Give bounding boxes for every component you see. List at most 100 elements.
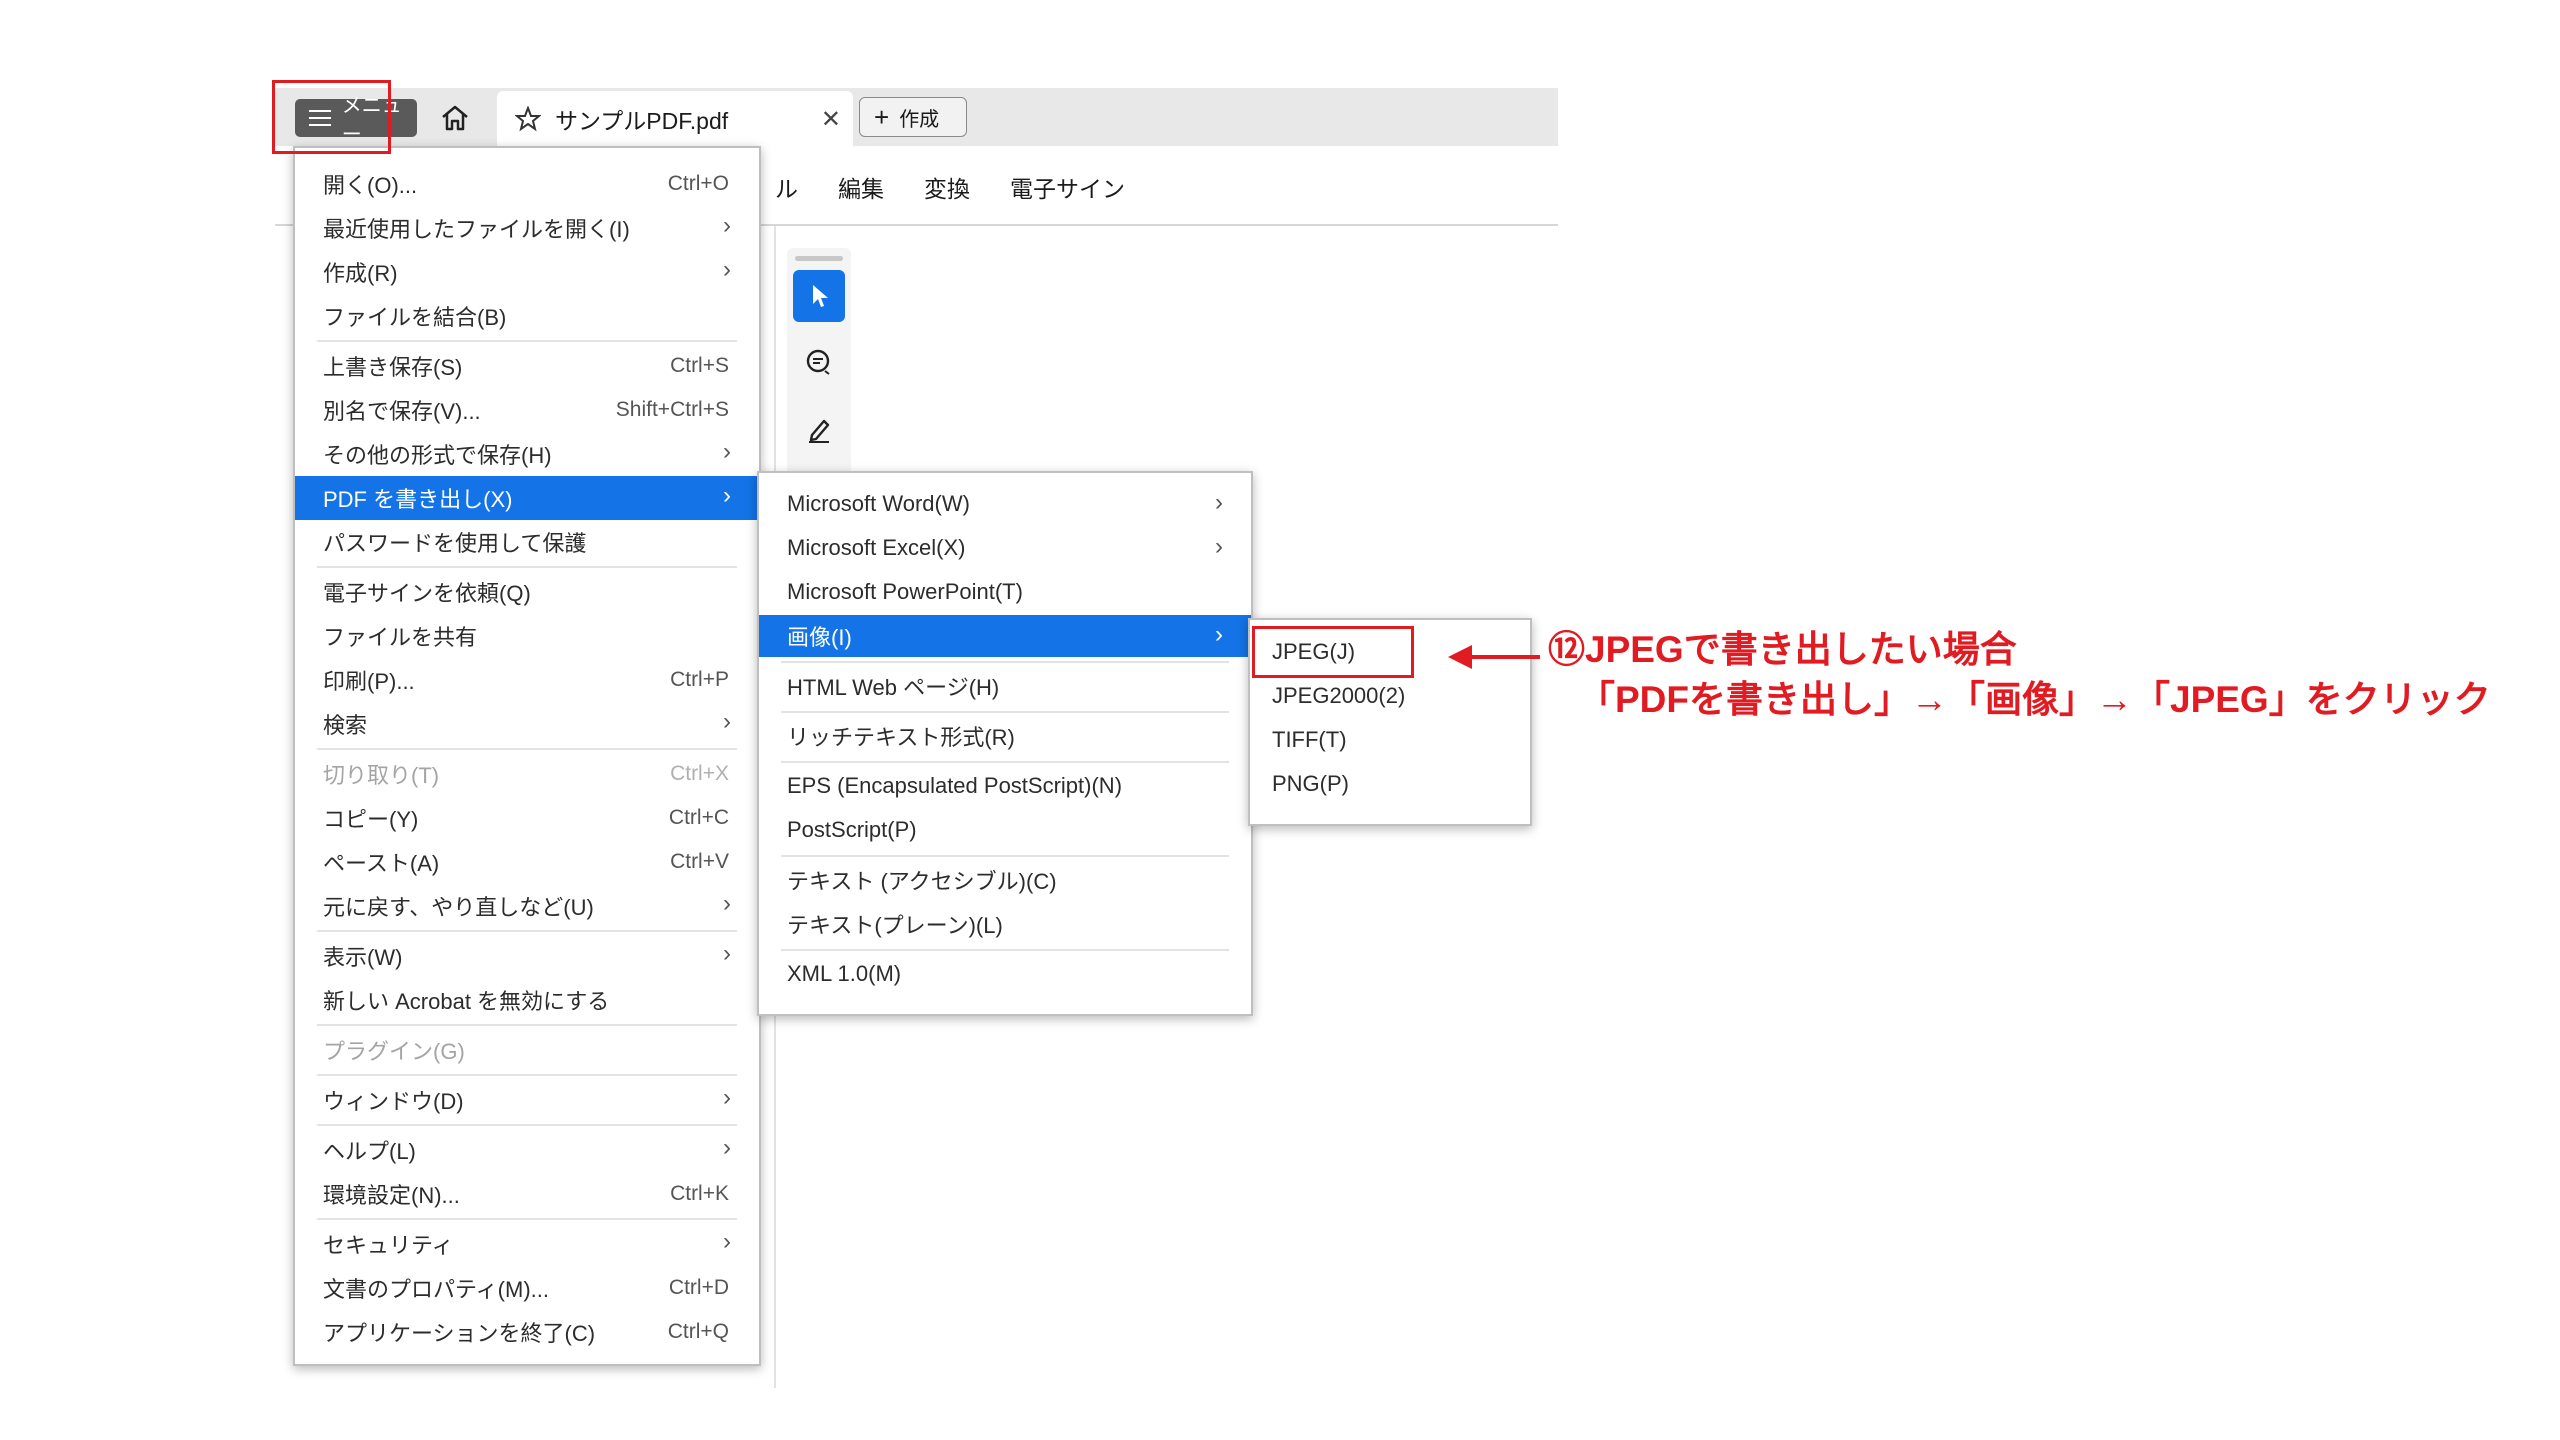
main-menu-dropdown: 開く(O)... Ctrl+O 最近使用したファイルを開く(I) › 作成(R) › ファイ… — [293, 146, 761, 1366]
menu-separator — [781, 761, 1229, 763]
main-menu-item-25[interactable]: 文書のプロパティ(M)... Ctrl+D — [295, 1266, 759, 1310]
main-menu-item-23[interactable]: 環境設定(N)... Ctrl+K — [295, 1172, 759, 1216]
export-menu-item-label: テキスト(プレーン)(L) — [787, 913, 1003, 938]
image-menu-item-3[interactable]: TIFF(T) — [1250, 720, 1530, 760]
export-menu-item-label: Microsoft Word(W) — [787, 491, 970, 516]
main-menu-item-2[interactable]: 最近使用したファイルを開く(I) › — [295, 206, 759, 250]
menu-separator — [317, 566, 737, 568]
close-tab-icon[interactable]: ✕ — [821, 105, 841, 134]
main-menu-item-label: プラグイン(G) — [323, 1039, 465, 1064]
menubar-item-esign[interactable]: 電子サイン — [1010, 170, 1125, 204]
main-menu-item-label: 印刷(P)... — [323, 669, 415, 694]
highlight-tool[interactable] — [793, 404, 845, 456]
main-menu-item-21[interactable]: ウィンドウ(D) › — [295, 1078, 759, 1122]
menu-separator — [317, 1024, 737, 1026]
home-button[interactable] — [435, 100, 475, 136]
chevron-right-icon: › — [723, 890, 731, 917]
export-pdf-submenu: Microsoft Word(W) › Microsoft Excel(X) › Mic… — [757, 471, 1253, 1016]
menu-bar: ル 編集 変換 電子サイン — [775, 170, 1125, 204]
main-menu-item-1[interactable]: 開く(O)... Ctrl+O — [295, 162, 759, 206]
main-menu-item-5[interactable]: 上書き保存(S) Ctrl+S — [295, 344, 759, 388]
main-menu-item-label: 環境設定(N)... — [323, 1183, 460, 1208]
menubar-item-edit[interactable]: 編集 — [838, 170, 884, 204]
export-menu-item-label: PostScript(P) — [787, 817, 917, 842]
shortcut-text: Ctrl+V — [670, 850, 729, 873]
main-menu-item-17[interactable]: 元に戻す、やり直しなど(U) › — [295, 884, 759, 928]
cursor-icon — [813, 285, 828, 307]
chevron-right-icon: › — [723, 708, 731, 735]
pen-icon — [809, 419, 830, 443]
export-menu-item-label: 画像(I) — [787, 625, 852, 650]
main-menu-item-11[interactable]: ファイルを共有 — [295, 614, 759, 658]
main-menu-item-label: PDF を書き出し(X) — [323, 487, 513, 512]
comment-tool[interactable] — [793, 336, 845, 388]
export-menu-item-3[interactable]: Microsoft PowerPoint(T) — [759, 571, 1251, 613]
export-menu-item-2[interactable]: Microsoft Excel(X) › — [759, 527, 1251, 569]
plus-icon: + — [874, 102, 890, 132]
tab-title: サンプルPDF.pdf — [555, 107, 729, 134]
document-tab[interactable]: サンプルPDF.pdf ✕ — [497, 91, 853, 146]
toolbar-handle[interactable] — [795, 256, 843, 261]
export-menu-item-8[interactable]: PostScript(P) — [759, 809, 1251, 851]
chevron-right-icon: › — [1215, 621, 1223, 648]
export-menu-item-label: Microsoft PowerPoint(T) — [787, 579, 1023, 604]
image-menu-item-4[interactable]: PNG(P) — [1250, 764, 1530, 804]
image-menu-item-2[interactable]: JPEG2000(2) — [1250, 676, 1530, 716]
main-menu-item-label: 最近使用したファイルを開く(I) — [323, 217, 630, 242]
main-menu-item-3[interactable]: 作成(R) › — [295, 250, 759, 294]
main-menu-item-26[interactable]: アプリケーションを終了(C) Ctrl+Q — [295, 1310, 759, 1354]
menu-separator — [781, 661, 1229, 663]
main-menu-item-16[interactable]: ペースト(A) Ctrl+V — [295, 840, 759, 884]
create-button[interactable]: + 作成 — [859, 97, 967, 137]
main-menu-item-label: ウィンドウ(D) — [323, 1089, 464, 1114]
menu-separator — [781, 711, 1229, 713]
main-menu-item-9[interactable]: パスワードを使用して保護 — [295, 520, 759, 564]
menu-separator — [317, 340, 737, 342]
jpeg-highlight-box — [1252, 626, 1414, 678]
export-menu-item-label: Microsoft Excel(X) — [787, 535, 966, 560]
shortcut-text: Ctrl+X — [670, 762, 729, 785]
shortcut-text: Ctrl+D — [668, 1276, 729, 1299]
main-menu-item-label: 元に戻す、やり直しなど(U) — [323, 895, 594, 920]
main-menu-item-6[interactable]: 別名で保存(V)... Shift+Ctrl+S — [295, 388, 759, 432]
home-icon — [442, 105, 468, 131]
export-menu-item-11[interactable]: XML 1.0(M) — [759, 953, 1251, 995]
annotation-text: ⑫JPEGで書き出したい場合 「PDFを書き出し」→「画像」→「JPEG」をクリ… — [1548, 625, 2491, 725]
main-menu-item-13[interactable]: 検索 › — [295, 702, 759, 746]
export-menu-item-10[interactable]: テキスト(プレーン)(L) — [759, 903, 1251, 945]
main-menu-item-7[interactable]: その他の形式で保存(H) › — [295, 432, 759, 476]
export-menu-item-label: テキスト (アクセシブル)(C) — [787, 869, 1057, 894]
annotation-arrow-line — [1470, 655, 1540, 659]
export-menu-item-1[interactable]: Microsoft Word(W) › — [759, 483, 1251, 525]
export-menu-item-4[interactable]: 画像(I) › — [759, 615, 1251, 657]
export-menu-item-9[interactable]: テキスト (アクセシブル)(C) — [759, 859, 1251, 901]
export-menu-item-label: リッチテキスト形式(R) — [787, 725, 1015, 750]
main-menu-item-8[interactable]: PDF を書き出し(X) › — [295, 476, 759, 520]
create-label: 作成 — [899, 108, 940, 131]
export-menu-item-6[interactable]: リッチテキスト形式(R) — [759, 715, 1251, 757]
shortcut-text: Ctrl+P — [670, 668, 729, 691]
main-menu-item-22[interactable]: ヘルプ(L) › — [295, 1128, 759, 1172]
menubar-item-tools[interactable]: ル — [775, 170, 798, 204]
main-menu-item-label: 文書のプロパティ(M)... — [323, 1277, 549, 1302]
chevron-right-icon: › — [723, 256, 731, 283]
main-menu-item-10[interactable]: 電子サインを依頼(Q) — [295, 570, 759, 614]
annotation-line-2: 「PDFを書き出し」→「画像」→「JPEG」をクリック — [1578, 679, 2491, 720]
main-menu-item-15[interactable]: コピー(Y) Ctrl+C — [295, 796, 759, 840]
menu-separator — [317, 748, 737, 750]
main-menu-item-12[interactable]: 印刷(P)... Ctrl+P — [295, 658, 759, 702]
main-menu-item-label: コピー(Y) — [323, 807, 419, 832]
main-menu-item-18[interactable]: 表示(W) › — [295, 934, 759, 978]
main-menu-item-4[interactable]: ファイルを結合(B) — [295, 294, 759, 338]
main-menu-item-19[interactable]: 新しい Acrobat を無効にする — [295, 978, 759, 1022]
export-menu-item-7[interactable]: EPS (Encapsulated PostScript)(N) — [759, 765, 1251, 807]
export-menu-item-5[interactable]: HTML Web ページ(H) — [759, 665, 1251, 707]
chevron-right-icon: › — [723, 1228, 731, 1255]
main-menu-item-label: ファイルを共有 — [323, 625, 478, 650]
main-menu-item-24[interactable]: セキュリティ › — [295, 1222, 759, 1266]
menubar-item-convert[interactable]: 変換 — [924, 170, 970, 204]
chevron-right-icon: › — [723, 438, 731, 465]
star-icon[interactable] — [515, 105, 541, 132]
main-menu-item-label: 新しい Acrobat を無効にする — [323, 989, 610, 1014]
select-tool[interactable] — [793, 270, 845, 322]
